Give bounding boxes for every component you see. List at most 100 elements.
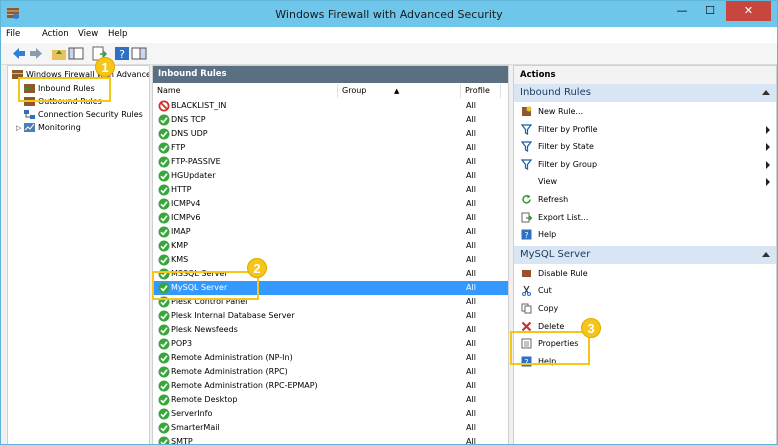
table-row[interactable]: IMAP All [153, 225, 508, 239]
action-label: Disable Rule [538, 268, 588, 278]
collapse-caret-icon[interactable] [762, 90, 770, 95]
rule-profile: All [466, 115, 476, 124]
action-label: Export List... [538, 212, 589, 222]
rule-name: ServerInfo [171, 409, 213, 418]
action-item[interactable]: Filter by State [514, 138, 776, 155]
allow-check-icon [158, 324, 170, 336]
callout-box-mysql-server [152, 271, 259, 300]
rule-name: ICMPv4 [171, 199, 201, 208]
table-row[interactable]: HGUpdater All [153, 169, 508, 183]
firewall-window: Windows Firewall with Advanced Security … [0, 0, 778, 445]
rule-name: Plesk Internal Database Server [171, 311, 295, 320]
table-row[interactable]: Remote Administration (NP-In) All [153, 351, 508, 365]
tree-item-monitoring[interactable]: ▷ Monitoring [16, 121, 81, 134]
new-rule-icon [522, 106, 532, 116]
close-button[interactable]: ✕ [726, 1, 771, 21]
tree-item-label: Connection Security Rules [38, 110, 143, 119]
menu-action[interactable]: Action [42, 29, 69, 39]
callout-box-inbound-rules [18, 77, 111, 102]
maximize-button[interactable]: ☐ [697, 1, 723, 21]
rule-profile: All [466, 227, 476, 236]
table-row[interactable]: ServerInfo All [153, 407, 508, 421]
menu-file[interactable]: File [6, 29, 20, 39]
monitoring-icon [24, 123, 35, 132]
help-icon[interactable]: ? [114, 46, 130, 61]
actions-section-header[interactable]: MySQL Server [514, 245, 776, 264]
table-row[interactable]: Remote Desktop All [153, 393, 508, 407]
column-group[interactable]: Group ▲ [338, 84, 461, 98]
table-row[interactable]: HTTP All [153, 183, 508, 197]
allow-check-icon [158, 422, 170, 434]
rule-profile: All [466, 339, 476, 348]
action-label: Copy [538, 304, 559, 313]
action-item[interactable]: Cut [514, 282, 776, 299]
refresh-icon [522, 194, 531, 204]
allow-check-icon [158, 436, 170, 444]
minimize-button[interactable]: — [669, 1, 695, 21]
table-row[interactable]: KMP All [153, 239, 508, 253]
menu-bar: File Action View Help [1, 27, 777, 43]
menu-view[interactable]: View [78, 29, 98, 39]
rule-profile: All [466, 283, 476, 292]
action-item[interactable]: Refresh [514, 191, 776, 208]
table-row[interactable]: BLACKLIST_IN All [153, 99, 508, 113]
action-item[interactable]: Export List... [514, 209, 776, 226]
allow-check-icon [158, 212, 170, 224]
rule-name: Remote Administration (RPC-EPMAP) [171, 381, 318, 390]
action-item[interactable]: Filter by Profile [514, 121, 776, 138]
table-row[interactable]: Remote Administration (RPC) All [153, 365, 508, 379]
action-item[interactable]: New Rule... [514, 103, 776, 120]
rule-name: IMAP [171, 227, 191, 236]
sort-ascending-icon: ▲ [394, 87, 400, 95]
table-row[interactable]: DNS UDP All [153, 127, 508, 141]
table-row[interactable]: FTP-PASSIVE All [153, 155, 508, 169]
allow-check-icon [158, 338, 170, 350]
action-item[interactable]: Copy [514, 300, 776, 317]
action-label: Refresh [538, 195, 569, 204]
column-name[interactable]: Name [153, 84, 338, 98]
table-row[interactable]: DNS TCP All [153, 113, 508, 127]
rule-profile: All [466, 241, 476, 250]
allow-check-icon [158, 170, 170, 182]
allow-check-icon [158, 114, 170, 126]
title-bar: Windows Firewall with Advanced Security … [1, 1, 777, 27]
back-arrow-icon[interactable] [11, 46, 27, 61]
tree-item-connection-security-rules[interactable]: Connection Security Rules [24, 108, 143, 121]
action-label: Help [538, 230, 557, 240]
table-row[interactable]: KMS All [153, 253, 508, 267]
rule-name: BLACKLIST_IN [171, 101, 227, 110]
table-row[interactable]: SMTP All [153, 435, 508, 444]
action-item[interactable]: ? Help [514, 226, 776, 243]
table-row[interactable]: Plesk Newsfeeds All [153, 323, 508, 337]
show-hide-action-pane-icon[interactable] [131, 46, 147, 61]
menu-help[interactable]: Help [108, 29, 127, 39]
collapse-caret-icon[interactable] [762, 251, 770, 257]
rule-profile: All [466, 129, 476, 138]
rules-pane-header: Inbound Rules [153, 66, 508, 83]
table-row[interactable]: ICMPv6 All [153, 211, 508, 225]
forward-arrow-icon[interactable] [28, 46, 44, 61]
rule-profile: All [466, 423, 476, 432]
column-profile[interactable]: Profile [461, 84, 501, 98]
rule-profile: All [466, 381, 476, 390]
expand-arrow-icon[interactable]: ▷ [16, 122, 24, 135]
action-label: Filter by State [538, 142, 594, 152]
action-item[interactable]: View [514, 173, 776, 190]
table-row[interactable]: SmarterMail All [153, 421, 508, 435]
actions-section-header[interactable]: Inbound Rules [514, 84, 776, 102]
action-label: Filter by Group [538, 159, 598, 169]
allow-check-icon [158, 240, 170, 252]
action-item[interactable]: Disable Rule [514, 265, 776, 282]
console-tree-icon[interactable] [68, 46, 84, 61]
allow-check-icon [158, 380, 170, 392]
table-row[interactable]: POP3 All [153, 337, 508, 351]
table-row[interactable]: Plesk Internal Database Server All [153, 309, 508, 323]
table-row[interactable]: FTP All [153, 141, 508, 155]
table-row[interactable]: Remote Administration (RPC-EPMAP) All [153, 379, 508, 393]
action-item[interactable]: Filter by Group [514, 156, 776, 173]
allow-check-icon [158, 184, 170, 196]
table-row[interactable]: ICMPv4 All [153, 197, 508, 211]
rule-name: HTTP [171, 185, 192, 194]
filter-icon [521, 123, 532, 135]
up-folder-icon[interactable] [51, 46, 67, 61]
